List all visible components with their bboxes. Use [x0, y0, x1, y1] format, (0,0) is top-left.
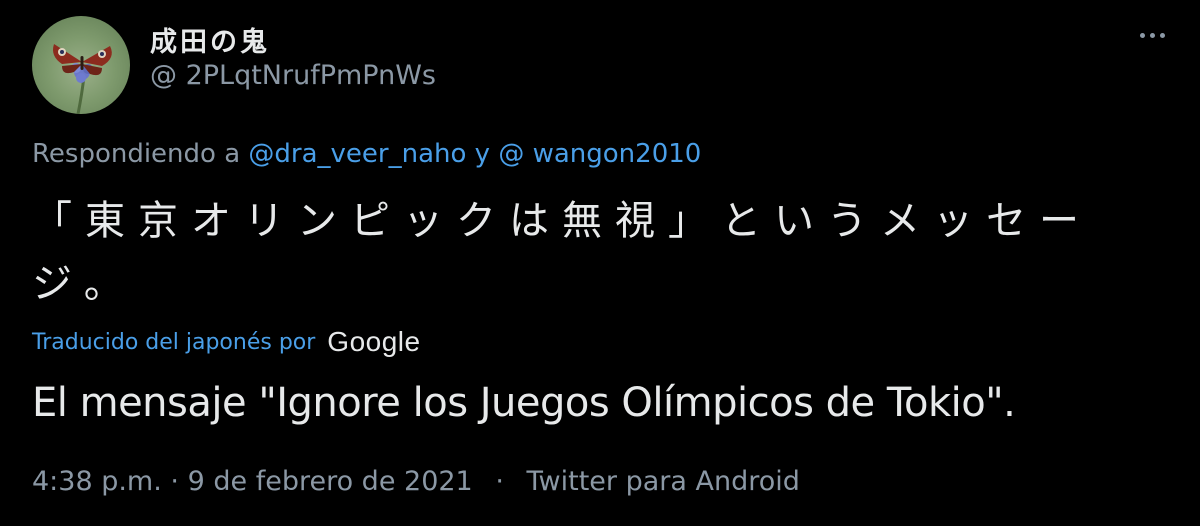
- mention-link[interactable]: @dra_veer_naho: [248, 139, 466, 169]
- meta-separator: ·: [495, 466, 504, 497]
- butterfly-avatar-icon: [53, 44, 112, 114]
- more-horizontal-icon: [1139, 32, 1145, 38]
- mention-conjunction[interactable]: y: [475, 139, 490, 169]
- tweet: 成田の鬼 @ 2PLqtNrufPmPnWs Respondiendo a @d…: [0, 0, 1200, 526]
- translated-from-label[interactable]: Traducido del japonés por: [32, 330, 315, 355]
- tweet-source[interactable]: Twitter para Android: [527, 466, 800, 497]
- display-name[interactable]: 成田の鬼: [150, 20, 270, 59]
- translation-attribution: Traducido del japonés por Google: [32, 326, 421, 358]
- translated-text: El mensaje "Ignore los Juegos Olímpicos …: [32, 380, 1016, 426]
- google-logo: Google: [327, 326, 421, 357]
- replying-to: Respondiendo a @dra_veer_naho y @ wangon…: [32, 139, 701, 169]
- user-handle[interactable]: @ 2PLqtNrufPmPnWs: [150, 60, 436, 91]
- tweet-date[interactable]: 9 de febrero de 2021: [188, 466, 473, 497]
- mention-link[interactable]: @ wangon2010: [498, 139, 701, 169]
- more-dot: [1149, 32, 1155, 38]
- avatar[interactable]: [32, 16, 130, 114]
- meta-separator: ·: [170, 466, 180, 497]
- more-options-button[interactable]: [1132, 22, 1172, 48]
- reply-prefix: Respondiendo a: [32, 139, 241, 169]
- tweet-time[interactable]: 4:38 p.m.: [32, 466, 162, 497]
- tweet-metadata: 4:38 p.m. · 9 de febrero de 2021 · Twitt…: [32, 466, 800, 497]
- more-dot: [1159, 32, 1165, 38]
- tweet-text: 「東京オリンピックは無視」というメッセージ。: [32, 198, 1092, 307]
